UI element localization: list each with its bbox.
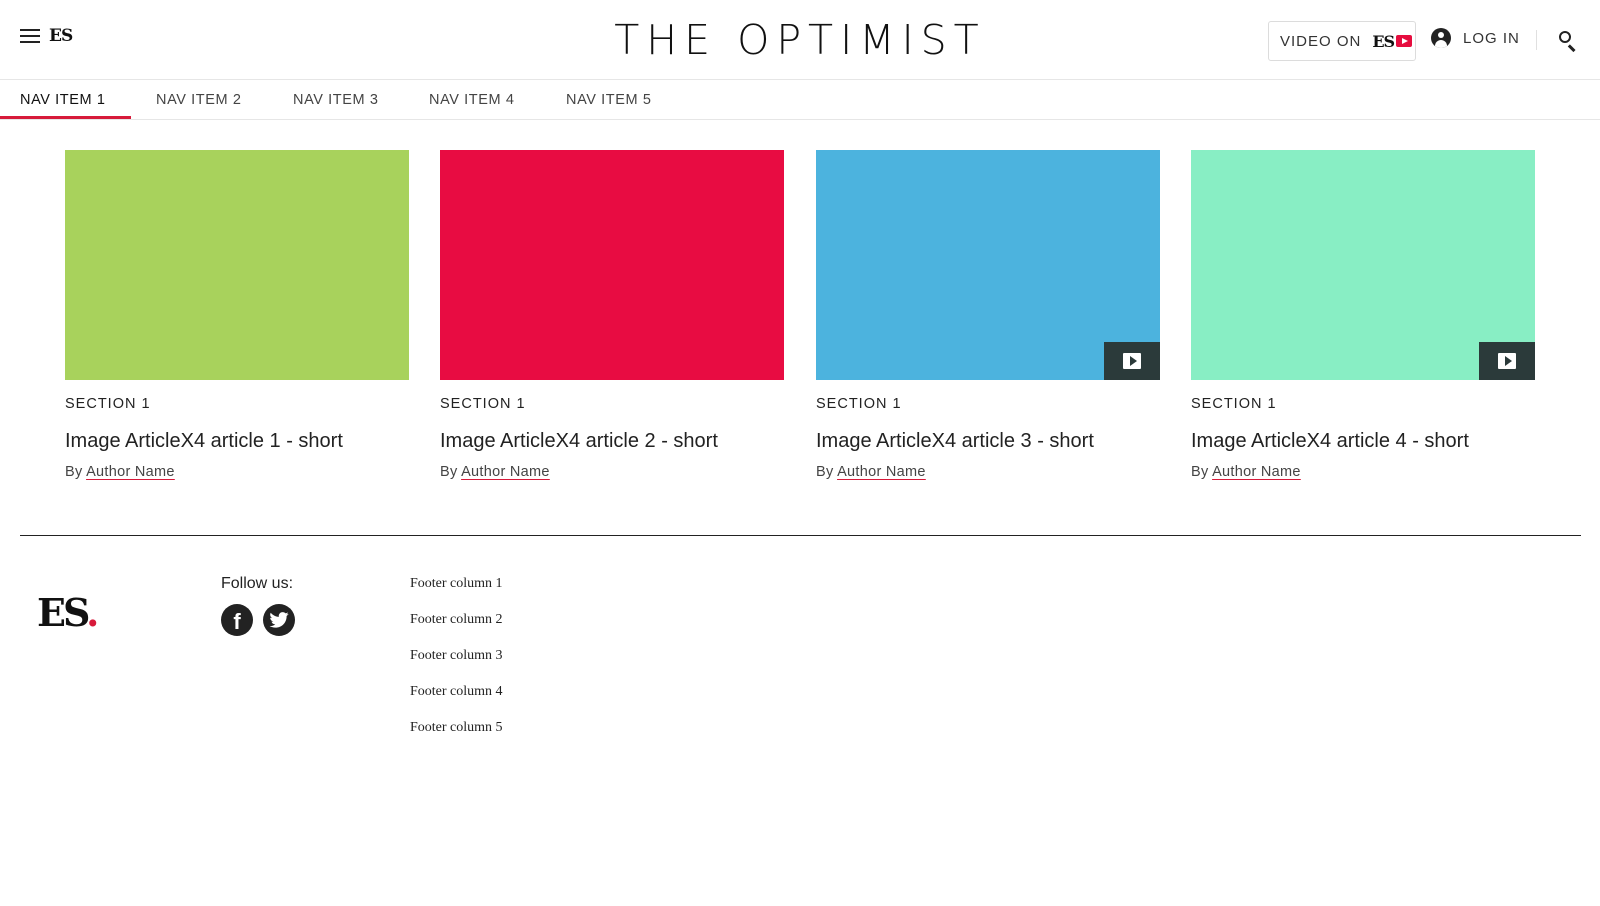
article-headline[interactable]: Image ArticleX4 article 2 - short — [440, 428, 784, 454]
article-headline[interactable]: Image ArticleX4 article 4 - short — [1191, 428, 1535, 454]
site-header: ES THE OPTIMIST VIDEO ON ES LOG IN — [0, 0, 1600, 80]
article-image[interactable] — [1191, 150, 1535, 380]
twitter-icon[interactable] — [263, 604, 295, 636]
nav-item-5[interactable]: NAV ITEM 5 — [566, 80, 652, 120]
twitter-bird-glyph — [269, 612, 289, 628]
footer-column-link[interactable]: Footer column 4 — [410, 684, 503, 700]
author-link[interactable]: Author Name — [837, 464, 926, 480]
footer-divider — [20, 535, 1581, 536]
video-es-logo: ES — [1372, 31, 1395, 51]
byline-prefix: By — [1191, 464, 1209, 480]
footer-column-link[interactable]: Footer column 2 — [410, 612, 503, 628]
article-card: SECTION 1 Image ArticleX4 article 1 - sh… — [65, 150, 409, 480]
play-icon — [1396, 35, 1413, 47]
article-image[interactable] — [816, 150, 1160, 380]
article-byline: By Author Name — [816, 464, 1160, 480]
nav-active-indicator — [0, 116, 131, 119]
nav-item-2[interactable]: NAV ITEM 2 — [156, 80, 242, 120]
byline-prefix: By — [65, 464, 83, 480]
facebook-icon[interactable]: f — [221, 604, 253, 636]
footer-logo-dot: . — [86, 590, 99, 635]
article-section[interactable]: SECTION 1 — [440, 394, 784, 414]
article-image[interactable] — [440, 150, 784, 380]
nav-item-1[interactable]: NAV ITEM 1 — [20, 80, 106, 120]
article-section[interactable]: SECTION 1 — [816, 394, 1160, 414]
article-section[interactable]: SECTION 1 — [1191, 394, 1535, 414]
author-link[interactable]: Author Name — [1212, 464, 1301, 480]
article-card: SECTION 1 Image ArticleX4 article 2 - sh… — [440, 150, 784, 480]
video-button-label: VIDEO ON — [1280, 32, 1362, 50]
article-byline: By Author Name — [440, 464, 784, 480]
footer-logo-text: ES — [37, 590, 89, 635]
video-play-badge[interactable] — [1479, 342, 1535, 380]
article-image[interactable] — [65, 150, 409, 380]
video-play-badge[interactable] — [1104, 342, 1160, 380]
article-card: SECTION 1 Image ArticleX4 article 3 - sh… — [816, 150, 1160, 480]
footer-column-link[interactable]: Footer column 5 — [410, 720, 503, 736]
nav-item-4[interactable]: NAV ITEM 4 — [429, 80, 515, 120]
article-headline[interactable]: Image ArticleX4 article 1 - short — [65, 428, 409, 454]
search-icon[interactable] — [1558, 30, 1578, 52]
author-link[interactable]: Author Name — [86, 464, 175, 480]
login-label: LOG IN — [1463, 29, 1520, 47]
user-icon — [1431, 28, 1451, 48]
login-button[interactable]: LOG IN — [1431, 28, 1520, 48]
author-link[interactable]: Author Name — [461, 464, 550, 480]
article-card: SECTION 1 Image ArticleX4 article 4 - sh… — [1191, 150, 1535, 480]
byline-prefix: By — [440, 464, 458, 480]
follow-us-label: Follow us: — [221, 575, 294, 592]
footer-column-link[interactable]: Footer column 3 — [410, 648, 503, 664]
byline-prefix: By — [816, 464, 834, 480]
header-divider — [1536, 30, 1537, 50]
video-on-es-button[interactable]: VIDEO ON ES — [1268, 21, 1416, 61]
article-byline: By Author Name — [65, 464, 409, 480]
section-nav: NAV ITEM 1 NAV ITEM 2 NAV ITEM 3 NAV ITE… — [0, 80, 1600, 120]
footer-es-logo[interactable]: ES. — [37, 590, 99, 636]
article-section[interactable]: SECTION 1 — [65, 394, 409, 414]
article-headline[interactable]: Image ArticleX4 article 3 - short — [816, 428, 1160, 454]
nav-item-3[interactable]: NAV ITEM 3 — [293, 80, 379, 120]
footer-column-link[interactable]: Footer column 1 — [410, 576, 503, 592]
facebook-glyph: f — [233, 609, 241, 634]
article-byline: By Author Name — [1191, 464, 1535, 480]
